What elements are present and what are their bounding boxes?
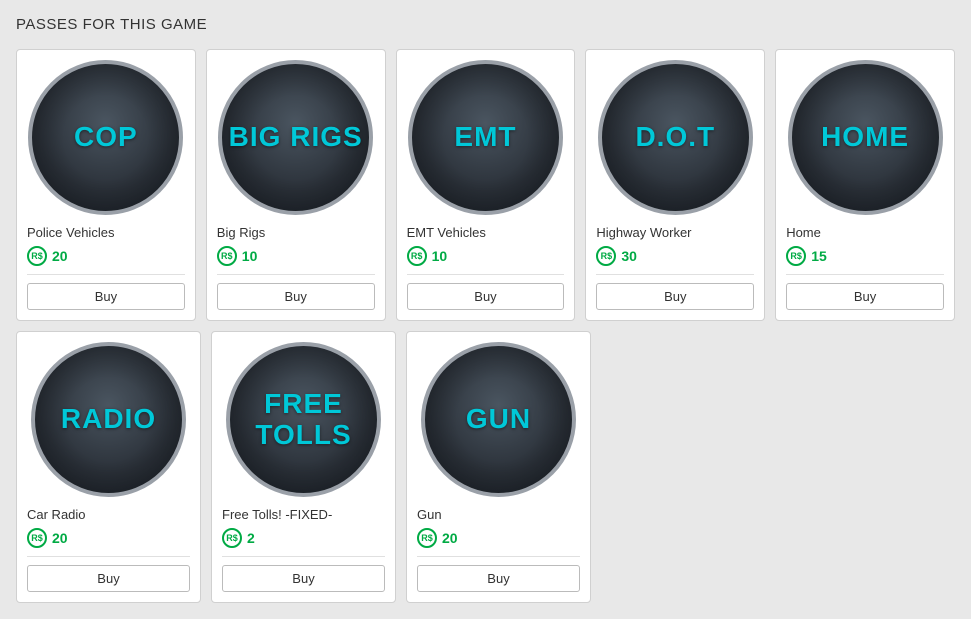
- divider: [407, 274, 565, 275]
- pass-icon-text-big-rigs: BIG RIGS: [229, 122, 363, 153]
- pass-icon-cop: COP: [28, 60, 183, 215]
- pass-price-dot: R$ 30: [596, 246, 637, 266]
- pass-icon-radio: RADIO: [31, 342, 186, 497]
- robux-icon: R$: [27, 246, 47, 266]
- pass-price-cop: R$ 20: [27, 246, 68, 266]
- price-value-big-rigs: 10: [242, 248, 258, 264]
- price-value-emt: 10: [432, 248, 448, 264]
- robux-symbol: R$: [226, 533, 238, 543]
- pass-icon-big-rigs: BIG RIGS: [218, 60, 373, 215]
- robux-icon: R$: [217, 246, 237, 266]
- pass-icon-gun: GUN: [421, 342, 576, 497]
- pass-name-emt: EMT Vehicles: [407, 225, 486, 240]
- price-value-gun: 20: [442, 530, 458, 546]
- pass-row-0: COP Police Vehicles R$ 20 Buy BIG RIGS Big Rig…: [16, 49, 955, 321]
- pass-icon-emt: EMT: [408, 60, 563, 215]
- divider: [27, 556, 190, 557]
- divider: [417, 556, 580, 557]
- robux-symbol: R$: [31, 533, 43, 543]
- price-value-radio: 20: [52, 530, 68, 546]
- buy-button-emt[interactable]: Buy: [407, 283, 565, 310]
- robux-symbol: R$: [221, 251, 233, 261]
- pass-card-radio: RADIO Car Radio R$ 20 Buy: [16, 331, 201, 603]
- pass-card-dot: D.O.T Highway Worker R$ 30 Buy: [585, 49, 765, 321]
- divider: [222, 556, 385, 557]
- buy-button-big-rigs[interactable]: Buy: [217, 283, 375, 310]
- pass-name-home: Home: [786, 225, 821, 240]
- divider: [596, 274, 754, 275]
- buy-button-home[interactable]: Buy: [786, 283, 944, 310]
- pass-icon-free-tolls: FREE TOLLS: [226, 342, 381, 497]
- pass-price-big-rigs: R$ 10: [217, 246, 258, 266]
- page-title: PASSES FOR THIS GAME: [16, 16, 955, 33]
- robux-icon: R$: [596, 246, 616, 266]
- robux-symbol: R$: [411, 251, 423, 261]
- pass-icon-text-emt: EMT: [454, 122, 516, 153]
- pass-card-home: HOME Home R$ 15 Buy: [775, 49, 955, 321]
- pass-icon-text-cop: COP: [74, 122, 138, 153]
- price-value-free-tolls: 2: [247, 530, 255, 546]
- pass-price-radio: R$ 20: [27, 528, 68, 548]
- pass-name-dot: Highway Worker: [596, 225, 691, 240]
- price-value-home: 15: [811, 248, 827, 264]
- divider: [27, 274, 185, 275]
- pass-card-emt: EMT EMT Vehicles R$ 10 Buy: [396, 49, 576, 321]
- pass-icon-dot: D.O.T: [598, 60, 753, 215]
- pass-icon-text-home: HOME: [821, 122, 909, 153]
- robux-icon: R$: [407, 246, 427, 266]
- price-value-cop: 20: [52, 248, 68, 264]
- pass-name-radio: Car Radio: [27, 507, 86, 522]
- robux-symbol: R$: [31, 251, 43, 261]
- pass-name-big-rigs: Big Rigs: [217, 225, 265, 240]
- pass-name-free-tolls: Free Tolls! -FIXED-: [222, 507, 332, 522]
- pass-card-gun: GUN Gun R$ 20 Buy: [406, 331, 591, 603]
- robux-icon: R$: [27, 528, 47, 548]
- buy-button-cop[interactable]: Buy: [27, 283, 185, 310]
- robux-symbol: R$: [790, 251, 802, 261]
- buy-button-gun[interactable]: Buy: [417, 565, 580, 592]
- divider: [217, 274, 375, 275]
- buy-button-free-tolls[interactable]: Buy: [222, 565, 385, 592]
- pass-icon-text-gun: GUN: [466, 404, 531, 435]
- pass-card-cop: COP Police Vehicles R$ 20 Buy: [16, 49, 196, 321]
- passes-grid: COP Police Vehicles R$ 20 Buy BIG RIGS Big Rig…: [16, 49, 955, 603]
- robux-icon: R$: [786, 246, 806, 266]
- divider: [786, 274, 944, 275]
- robux-symbol: R$: [601, 251, 613, 261]
- pass-name-cop: Police Vehicles: [27, 225, 114, 240]
- pass-name-gun: Gun: [417, 507, 442, 522]
- pass-icon-home: HOME: [788, 60, 943, 215]
- buy-button-radio[interactable]: Buy: [27, 565, 190, 592]
- pass-price-home: R$ 15: [786, 246, 827, 266]
- pass-price-gun: R$ 20: [417, 528, 458, 548]
- pass-icon-text-dot: D.O.T: [635, 122, 715, 153]
- pass-icon-text-radio: RADIO: [61, 404, 156, 435]
- buy-button-dot[interactable]: Buy: [596, 283, 754, 310]
- pass-card-big-rigs: BIG RIGS Big Rigs R$ 10 Buy: [206, 49, 386, 321]
- robux-symbol: R$: [421, 533, 433, 543]
- pass-card-free-tolls: FREE TOLLS Free Tolls! -FIXED- R$ 2 Buy: [211, 331, 396, 603]
- robux-icon: R$: [417, 528, 437, 548]
- pass-icon-text-free-tolls: FREE TOLLS: [230, 389, 377, 451]
- price-value-dot: 30: [621, 248, 637, 264]
- pass-price-emt: R$ 10: [407, 246, 448, 266]
- robux-icon: R$: [222, 528, 242, 548]
- pass-price-free-tolls: R$ 2: [222, 528, 255, 548]
- pass-row-1: RADIO Car Radio R$ 20 Buy FREE TOLLS Free Toll…: [16, 331, 955, 603]
